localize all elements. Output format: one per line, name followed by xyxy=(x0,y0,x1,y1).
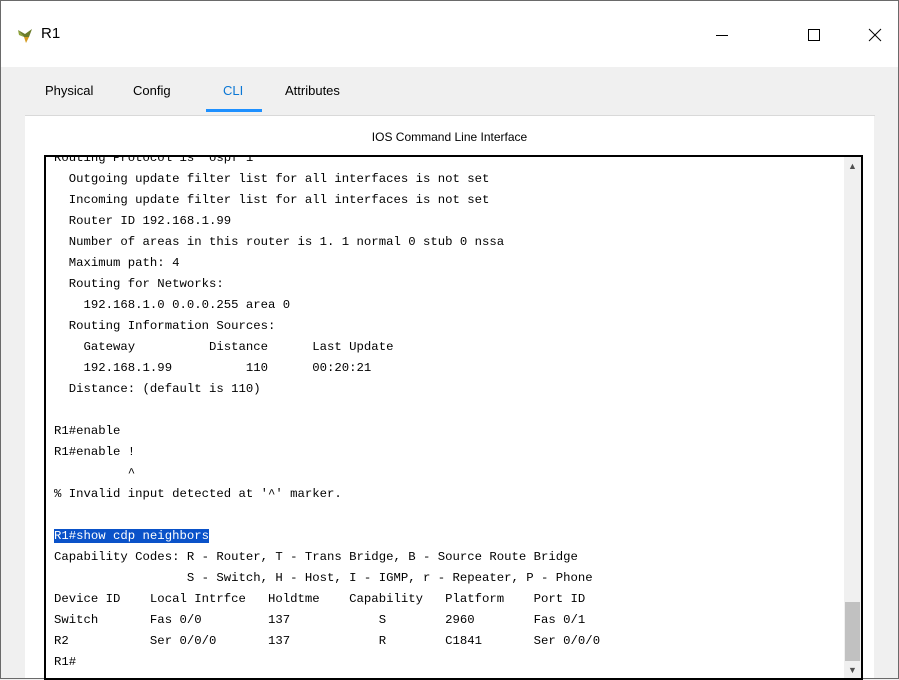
cli-terminal[interactable]: Routing Protocol is "ospf 1" Outgoing up… xyxy=(44,155,863,680)
panel-title: IOS Command Line Interface xyxy=(371,130,528,144)
minimize-icon xyxy=(716,35,728,36)
terminal-line: Distance: (default is 110) xyxy=(54,382,261,396)
router-icon xyxy=(18,29,32,43)
terminal-line: Router ID 192.168.1.99 xyxy=(54,214,232,228)
title-bar: R1 xyxy=(1,1,898,67)
scroll-thumb[interactable] xyxy=(845,602,860,661)
close-button[interactable] xyxy=(852,15,898,55)
tab-cli[interactable]: CLI xyxy=(221,83,245,98)
terminal-line: ^ xyxy=(54,466,136,480)
tab-physical[interactable]: Physical xyxy=(43,83,95,98)
tab-attributes[interactable]: Attributes xyxy=(283,83,342,98)
vertical-scrollbar[interactable]: ▲ ▼ xyxy=(844,157,861,678)
terminal-line: S - Switch, H - Host, I - IGMP, r - Repe… xyxy=(54,571,593,585)
maximize-button[interactable] xyxy=(791,15,837,55)
terminal-line: Routing Protocol is "ospf 1" xyxy=(54,155,261,165)
terminal-line: R1#enable xyxy=(54,424,121,438)
terminal-line: Number of areas in this router is 1. 1 n… xyxy=(54,235,505,249)
terminal-line: R1#show cdp neighbors xyxy=(54,526,854,547)
active-tab-indicator xyxy=(206,109,262,112)
terminal-line: Switch Fas 0/0 137 S 2960 Fas 0/1 xyxy=(54,613,586,627)
tab-config[interactable]: Config xyxy=(131,83,173,98)
terminal-line: Maximum path: 4 xyxy=(54,256,180,270)
router-window: R1 Physical Config CLI Attributes IOS Co… xyxy=(0,0,899,680)
selected-text: R1#show cdp neighbors xyxy=(54,529,209,543)
terminal-line: Incoming update filter list for all inte… xyxy=(54,193,490,207)
terminal-line: R2 Ser 0/0/0 137 R C1841 Ser 0/0/0 xyxy=(54,634,601,648)
terminal-line: % Invalid input detected at '^' marker. xyxy=(54,487,342,501)
scroll-down-arrow-icon[interactable]: ▼ xyxy=(844,661,861,678)
cli-panel: IOS Command Line Interface Routing Proto… xyxy=(25,116,874,680)
terminal-line: Outgoing update filter list for all inte… xyxy=(54,172,490,186)
terminal-line: Device ID Local Intrfce Holdtme Capabili… xyxy=(54,592,586,606)
tab-bar: Physical Config CLI Attributes xyxy=(25,67,875,116)
terminal-output[interactable]: Routing Protocol is "ospf 1" Outgoing up… xyxy=(54,155,854,673)
window-title: R1 xyxy=(41,25,61,42)
terminal-line: 192.168.1.0 0.0.0.255 area 0 xyxy=(54,298,291,312)
close-icon xyxy=(868,28,882,42)
terminal-line: R1#enable ! xyxy=(54,445,136,459)
terminal-line: Routing for Networks: xyxy=(54,277,224,291)
scroll-up-arrow-icon[interactable]: ▲ xyxy=(844,157,861,174)
terminal-line: Routing Information Sources: xyxy=(54,319,276,333)
maximize-icon xyxy=(808,29,820,41)
terminal-line: R1# xyxy=(54,655,77,669)
terminal-line: 192.168.1.99 110 00:20:21 xyxy=(54,361,372,375)
terminal-line: Capability Codes: R - Router, T - Trans … xyxy=(54,550,578,564)
terminal-line: Gateway Distance Last Update xyxy=(54,340,394,354)
minimize-button[interactable] xyxy=(699,15,745,55)
